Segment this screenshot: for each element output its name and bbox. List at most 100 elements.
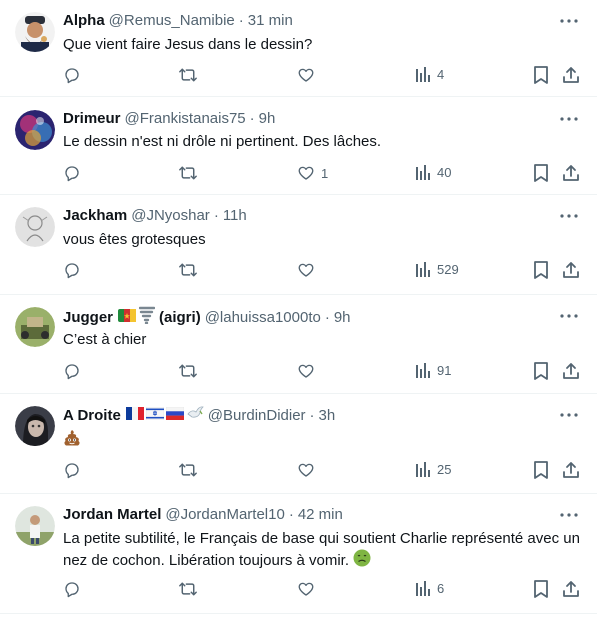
- like-button[interactable]: [297, 66, 315, 84]
- bookmark-icon: [533, 461, 549, 479]
- nauseated-face-emoji: [353, 549, 371, 573]
- share-button[interactable]: [562, 66, 580, 84]
- user-handle[interactable]: @JordanMartel10: [165, 505, 284, 525]
- separator: ·: [238, 12, 244, 29]
- avatar[interactable]: [15, 307, 55, 347]
- reply-button[interactable]: [63, 461, 81, 479]
- reply-icon: [63, 461, 81, 479]
- tweet[interactable]: A Droite @BurdinDidier · 3h 25: [0, 394, 597, 494]
- more-dots-icon[interactable]: [559, 306, 579, 326]
- avatar[interactable]: [15, 406, 55, 446]
- bookmark-button[interactable]: [533, 261, 549, 279]
- views-button[interactable]: 4: [415, 66, 444, 82]
- action-bar: 91: [0, 362, 597, 382]
- display-name[interactable]: Drimeur: [63, 109, 121, 129]
- separator: ·: [324, 309, 330, 326]
- tweet-text: Le dessin n'est ni drôle ni pertinent. D…: [63, 133, 382, 150]
- user-handle[interactable]: @JNyoshar: [131, 206, 210, 226]
- views-button[interactable]: 529: [415, 261, 459, 277]
- view-count: 25: [437, 461, 452, 477]
- views-bar-chart-icon: [415, 461, 431, 477]
- retweet-button[interactable]: [178, 66, 198, 84]
- bookmark-icon: [533, 164, 549, 182]
- timestamp[interactable]: 42 min: [298, 505, 343, 525]
- timestamp[interactable]: 3h: [319, 406, 336, 426]
- share-button[interactable]: [562, 164, 580, 182]
- timestamp[interactable]: 31 min: [248, 11, 293, 31]
- timestamp[interactable]: 9h: [334, 308, 351, 328]
- bookmark-button[interactable]: [533, 362, 549, 380]
- views-bar-chart-icon: [415, 261, 431, 277]
- more-dots-icon[interactable]: [559, 405, 579, 425]
- share-icon: [562, 362, 580, 380]
- user-handle[interactable]: @BurdinDidier: [208, 406, 306, 426]
- avatar[interactable]: [15, 506, 55, 546]
- reply-feed: Alpha @Remus_Namibie · 31 min Que vient …: [0, 0, 597, 614]
- views-button[interactable]: 91: [415, 362, 451, 378]
- retweet-icon: [178, 261, 198, 279]
- user-handle[interactable]: @lahuissa1000to: [205, 308, 321, 328]
- like-button[interactable]: [297, 461, 315, 479]
- retweet-icon: [178, 461, 198, 479]
- tweet-text: [63, 429, 581, 453]
- more-dots-icon[interactable]: [559, 505, 579, 525]
- retweet-icon: [178, 580, 198, 598]
- reply-button[interactable]: [63, 362, 81, 380]
- retweet-icon: [178, 164, 198, 182]
- user-handle[interactable]: @Frankistanais75: [125, 109, 246, 129]
- like-button[interactable]: [297, 580, 315, 598]
- like-button[interactable]: 1: [297, 164, 328, 182]
- avatar[interactable]: [15, 207, 55, 247]
- display-name[interactable]: Alpha: [63, 11, 105, 31]
- like-button[interactable]: [297, 261, 315, 279]
- like-button[interactable]: [297, 362, 315, 380]
- more-dots-icon[interactable]: [559, 206, 579, 226]
- separator: ·: [309, 406, 315, 424]
- france-flag-emoji: [125, 406, 144, 426]
- views-bar-chart-icon: [415, 66, 431, 82]
- views-button[interactable]: 40: [415, 164, 451, 180]
- views-button[interactable]: 25: [415, 461, 451, 477]
- retweet-button[interactable]: [178, 164, 198, 182]
- tweet[interactable]: Jordan Martel @JordanMartel10 · 42 min L…: [0, 494, 597, 614]
- retweet-button[interactable]: [178, 261, 198, 279]
- view-count: 6: [437, 580, 445, 596]
- tweet[interactable]: Alpha @Remus_Namibie · 31 min Que vient …: [0, 0, 597, 97]
- bookmark-button[interactable]: [533, 461, 549, 479]
- bookmark-button[interactable]: [533, 66, 549, 84]
- share-button[interactable]: [562, 461, 580, 479]
- reply-button[interactable]: [63, 164, 81, 182]
- bookmark-button[interactable]: [533, 164, 549, 182]
- reply-icon: [63, 164, 81, 182]
- avatar[interactable]: [15, 12, 55, 52]
- tweet-text-body: La petite subtilité, le Français de base…: [63, 530, 580, 569]
- share-button[interactable]: [562, 580, 580, 598]
- retweet-button[interactable]: [178, 580, 198, 598]
- tweet[interactable]: Jackham @JNyoshar · 11h vous êtes grotes…: [0, 195, 597, 295]
- avatar[interactable]: [15, 110, 55, 150]
- timestamp[interactable]: 11h: [223, 206, 247, 226]
- timestamp[interactable]: 9h: [259, 109, 276, 129]
- tweet-text: La petite subtilité, le Français de base…: [63, 529, 581, 573]
- bookmark-button[interactable]: [533, 580, 549, 598]
- more-dots-icon[interactable]: [559, 109, 579, 129]
- retweet-button[interactable]: [178, 362, 198, 380]
- views-button[interactable]: 6: [415, 580, 444, 596]
- user-handle[interactable]: @Remus_Namibie: [109, 11, 235, 31]
- share-button[interactable]: [562, 261, 580, 279]
- more-dots-icon[interactable]: [559, 11, 579, 31]
- tweet[interactable]: Drimeur @Frankistanais75 · 9h Le dessin …: [0, 97, 597, 195]
- display-name[interactable]: Jackham: [63, 206, 127, 226]
- display-name[interactable]: A Droite: [63, 406, 121, 426]
- share-button[interactable]: [562, 362, 580, 380]
- display-name[interactable]: Jugger: [63, 308, 113, 328]
- display-name[interactable]: Jordan Martel: [63, 505, 161, 525]
- reply-button[interactable]: [63, 66, 81, 84]
- retweet-button[interactable]: [178, 461, 198, 479]
- tweet[interactable]: Jugger (aigri) @lahuissa1000to · 9h C’es…: [0, 295, 597, 394]
- reply-button[interactable]: [63, 580, 81, 598]
- display-name-suffix[interactable]: (aigri): [159, 308, 201, 328]
- reply-button[interactable]: [63, 261, 81, 279]
- separator: ·: [213, 207, 219, 224]
- tornado-emoji: [138, 306, 156, 330]
